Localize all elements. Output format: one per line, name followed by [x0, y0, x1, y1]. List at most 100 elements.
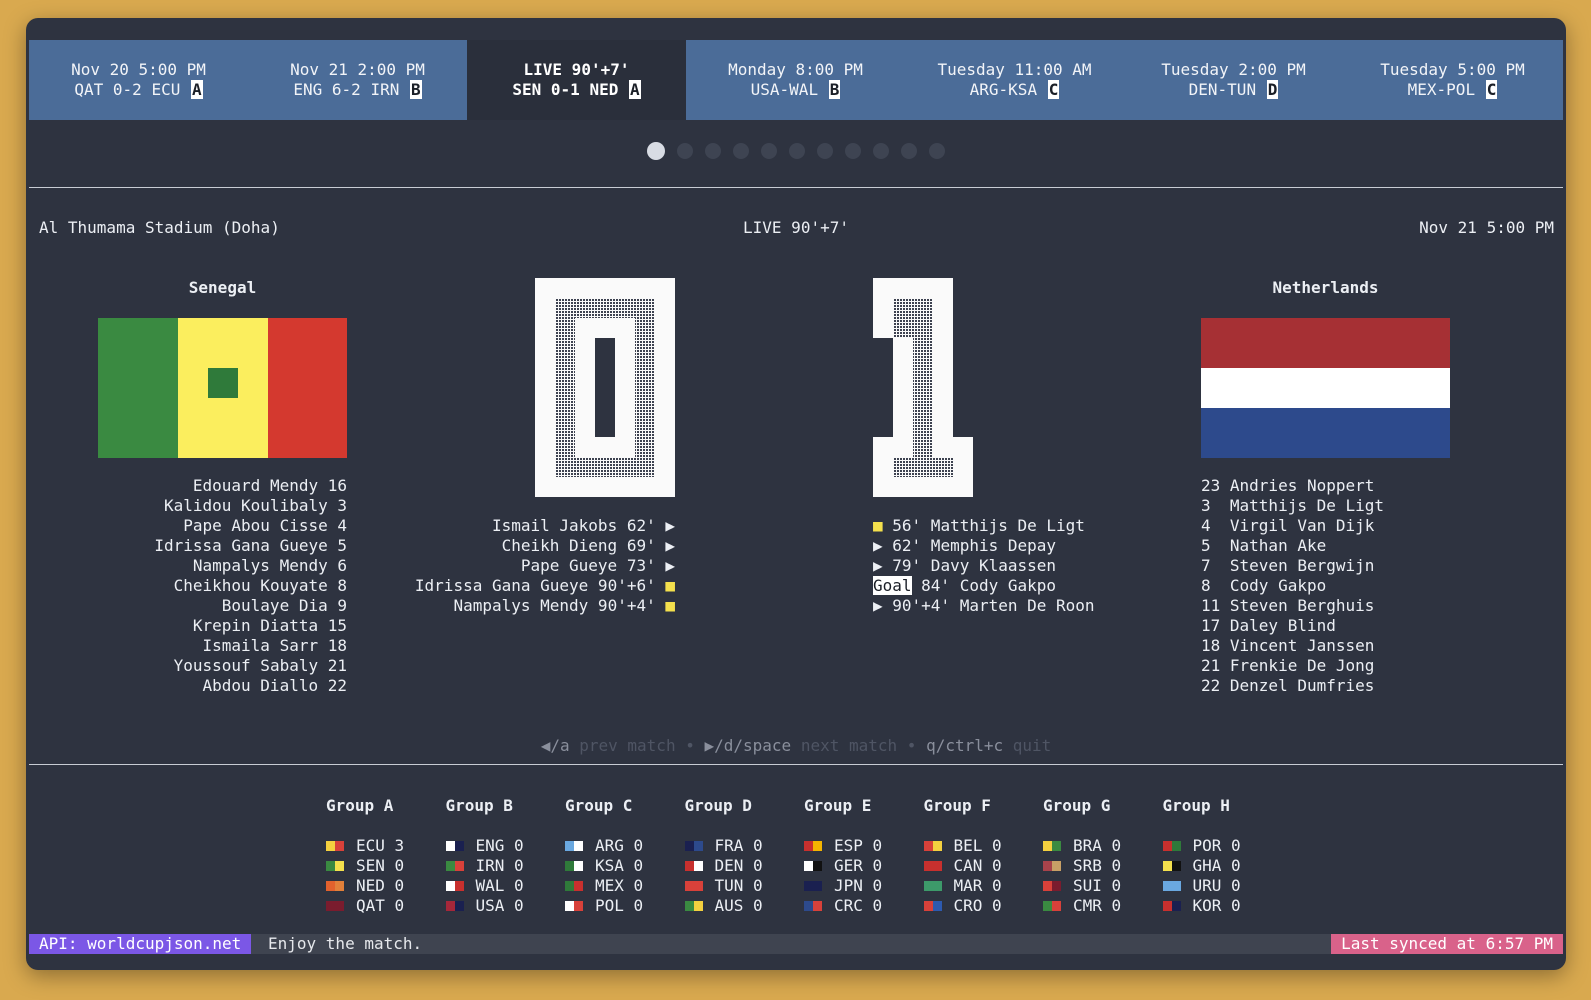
group-team-label: AUS 0 — [714, 896, 763, 915]
group-team-row: JPN 0 — [804, 876, 924, 896]
group-team-row: SRB 0 — [1043, 856, 1163, 876]
group-team-label: IRN 0 — [475, 856, 524, 875]
group-team-label: CAN 0 — [953, 856, 1002, 875]
group-team-label: SRB 0 — [1073, 856, 1122, 875]
home-player: Nampalys Mendy 6 — [192, 556, 347, 575]
group-team-row: WAL 0 — [445, 876, 566, 896]
pager-dot[interactable] — [733, 142, 749, 159]
away-player: 21 Frenkie De Jong — [1201, 656, 1375, 675]
group-title: Group F — [923, 796, 991, 815]
yellow-card-icon: ■ — [873, 516, 883, 535]
group-team-row: IRN 0 — [445, 856, 566, 876]
match-datetime: Nov 21 5:00 PM — [1419, 218, 1554, 237]
group-team-row: KOR 0 — [1162, 896, 1283, 916]
goal-badge: Goal — [873, 576, 912, 595]
ticker-match-teams: USA-WAL — [750, 80, 828, 99]
team-flag-icon — [565, 901, 583, 911]
away-player: 3 Matthijs De Ligt — [1201, 496, 1385, 515]
team-flag-icon — [326, 861, 344, 871]
home-event: Cheikh Dieng 69' ▶ — [326, 536, 675, 556]
group-team-row: TUN 0 — [684, 876, 805, 896]
pager-dot[interactable] — [929, 142, 945, 159]
team-flag-icon — [326, 881, 344, 891]
status-message: Enjoy the match. — [268, 934, 423, 953]
away-player: 7 Steven Bergwijn — [1201, 556, 1375, 575]
away-player: 17 Daley Blind — [1201, 616, 1336, 635]
away-event: ▶ 62' Memphis Depay — [873, 536, 1173, 556]
team-flag-icon — [923, 841, 942, 851]
team-flag-icon — [565, 881, 583, 891]
ticker-match[interactable]: Monday 8:00 PM USA-WAL B — [686, 40, 905, 120]
pager-dot[interactable] — [647, 141, 665, 160]
away-events: ■ 56' Matthijs De Ligt ▶ 62' Memphis Depa… — [873, 516, 1173, 616]
group-team-label: MAR 0 — [953, 876, 1002, 895]
substitution-icon: ▶ — [873, 556, 883, 575]
group-team-label: CRC 0 — [834, 896, 883, 915]
away-flag — [1201, 318, 1450, 458]
event-text: Idrissa Gana Gueye 90'+6' — [414, 576, 666, 595]
group-team-row: ESP 0 — [804, 836, 924, 856]
home-flag — [98, 318, 347, 458]
team-flag-icon — [1162, 881, 1181, 891]
group-team-row: CRC 0 — [804, 896, 924, 916]
home-score-digit — [535, 278, 675, 497]
pager-dot[interactable] — [761, 142, 777, 159]
group-team-row: POR 0 — [1162, 836, 1283, 856]
substitution-icon: ▶ — [665, 556, 675, 575]
ticker-match-teams: DEN-TUN — [1188, 80, 1266, 99]
ticker-match-teams: MEX-POL — [1407, 80, 1485, 99]
team-flag-icon — [804, 881, 822, 891]
group-table: Group A ECU 3 SEN 0 NED 0 QAT 0 — [326, 796, 446, 916]
away-player: 18 Vincent Janssen — [1201, 636, 1375, 655]
event-text: 79' Davy Klaassen — [882, 556, 1057, 575]
ticker-match[interactable]: Tuesday 11:00 AM ARG-KSA C — [905, 40, 1124, 120]
prev-key[interactable]: ◀/a — [541, 736, 570, 755]
group-badge: C — [1485, 80, 1498, 99]
group-team-label: CMR 0 — [1073, 896, 1122, 915]
team-flag-icon — [684, 901, 703, 911]
group-badge: B — [828, 80, 841, 99]
group-team-row: POL 0 — [565, 896, 685, 916]
home-player: Abdou Diallo 22 — [202, 676, 348, 695]
event-text: 62' Memphis Depay — [882, 536, 1057, 555]
away-player: 5 Nathan Ake — [1201, 536, 1327, 555]
away-event: ▶ 90'+4' Marten De Roon — [873, 596, 1173, 616]
event-text: 56' Matthijs De Ligt — [882, 516, 1085, 535]
group-team-row: URU 0 — [1162, 876, 1283, 896]
pager-dot[interactable] — [845, 142, 861, 159]
ticker-match[interactable]: Nov 20 5:00 PM QAT 0-2 ECU A — [29, 40, 248, 120]
group-team-row: DEN 0 — [684, 856, 805, 876]
group-team-label: WAL 0 — [475, 876, 524, 895]
pager-dot[interactable] — [705, 142, 721, 159]
group-team-label: GER 0 — [834, 856, 883, 875]
event-text: Cheikh Dieng 69' — [501, 536, 666, 555]
group-team-row: SUI 0 — [1043, 876, 1163, 896]
divider-top — [29, 187, 1563, 188]
ticker-match[interactable]: LIVE 90'+7' SEN 0-1 NED A — [467, 40, 686, 120]
group-badge: A — [190, 80, 203, 99]
pager-dot[interactable] — [789, 142, 805, 159]
ticker-match[interactable]: Tuesday 2:00 PM DEN-TUN D — [1124, 40, 1343, 120]
group-table: Group H POR 0 GHA 0 URU 0 KOR 0 — [1162, 796, 1283, 916]
team-flag-icon — [1162, 841, 1181, 851]
pager-dot[interactable] — [901, 142, 917, 159]
group-team-label: TUN 0 — [714, 876, 763, 895]
pager-dot[interactable] — [817, 142, 833, 159]
ticker-match[interactable]: Nov 21 2:00 PM ENG 6-2 IRN B — [248, 40, 467, 120]
group-table: Group F BEL 0 CAN 0 MAR 0 CRO 0 — [923, 796, 1044, 916]
away-player: 4 Virgil Van Dijk — [1201, 516, 1375, 535]
match-pager — [26, 140, 1566, 160]
team-flag-icon — [445, 841, 464, 851]
pager-dot[interactable] — [677, 142, 693, 159]
group-badge: C — [1047, 80, 1060, 99]
divider-bottom — [29, 764, 1563, 765]
ticker-match-teams: SEN 0-1 NED — [512, 80, 628, 99]
pager-dot[interactable] — [873, 142, 889, 159]
quit-key[interactable]: q/ctrl+c — [926, 736, 1003, 755]
ticker-match[interactable]: Tuesday 5:00 PM MEX-POL C — [1343, 40, 1562, 120]
event-text: 90'+4' Marten De Roon — [882, 596, 1095, 615]
group-badge: D — [1266, 80, 1279, 99]
next-key[interactable]: ▶/d/space — [704, 736, 791, 755]
home-events: Ismail Jakobs 62' ▶ Cheikh Dieng 69' ▶ Pap… — [326, 516, 675, 616]
ticker-match-score: ENG 6-2 IRN B — [293, 80, 422, 100]
